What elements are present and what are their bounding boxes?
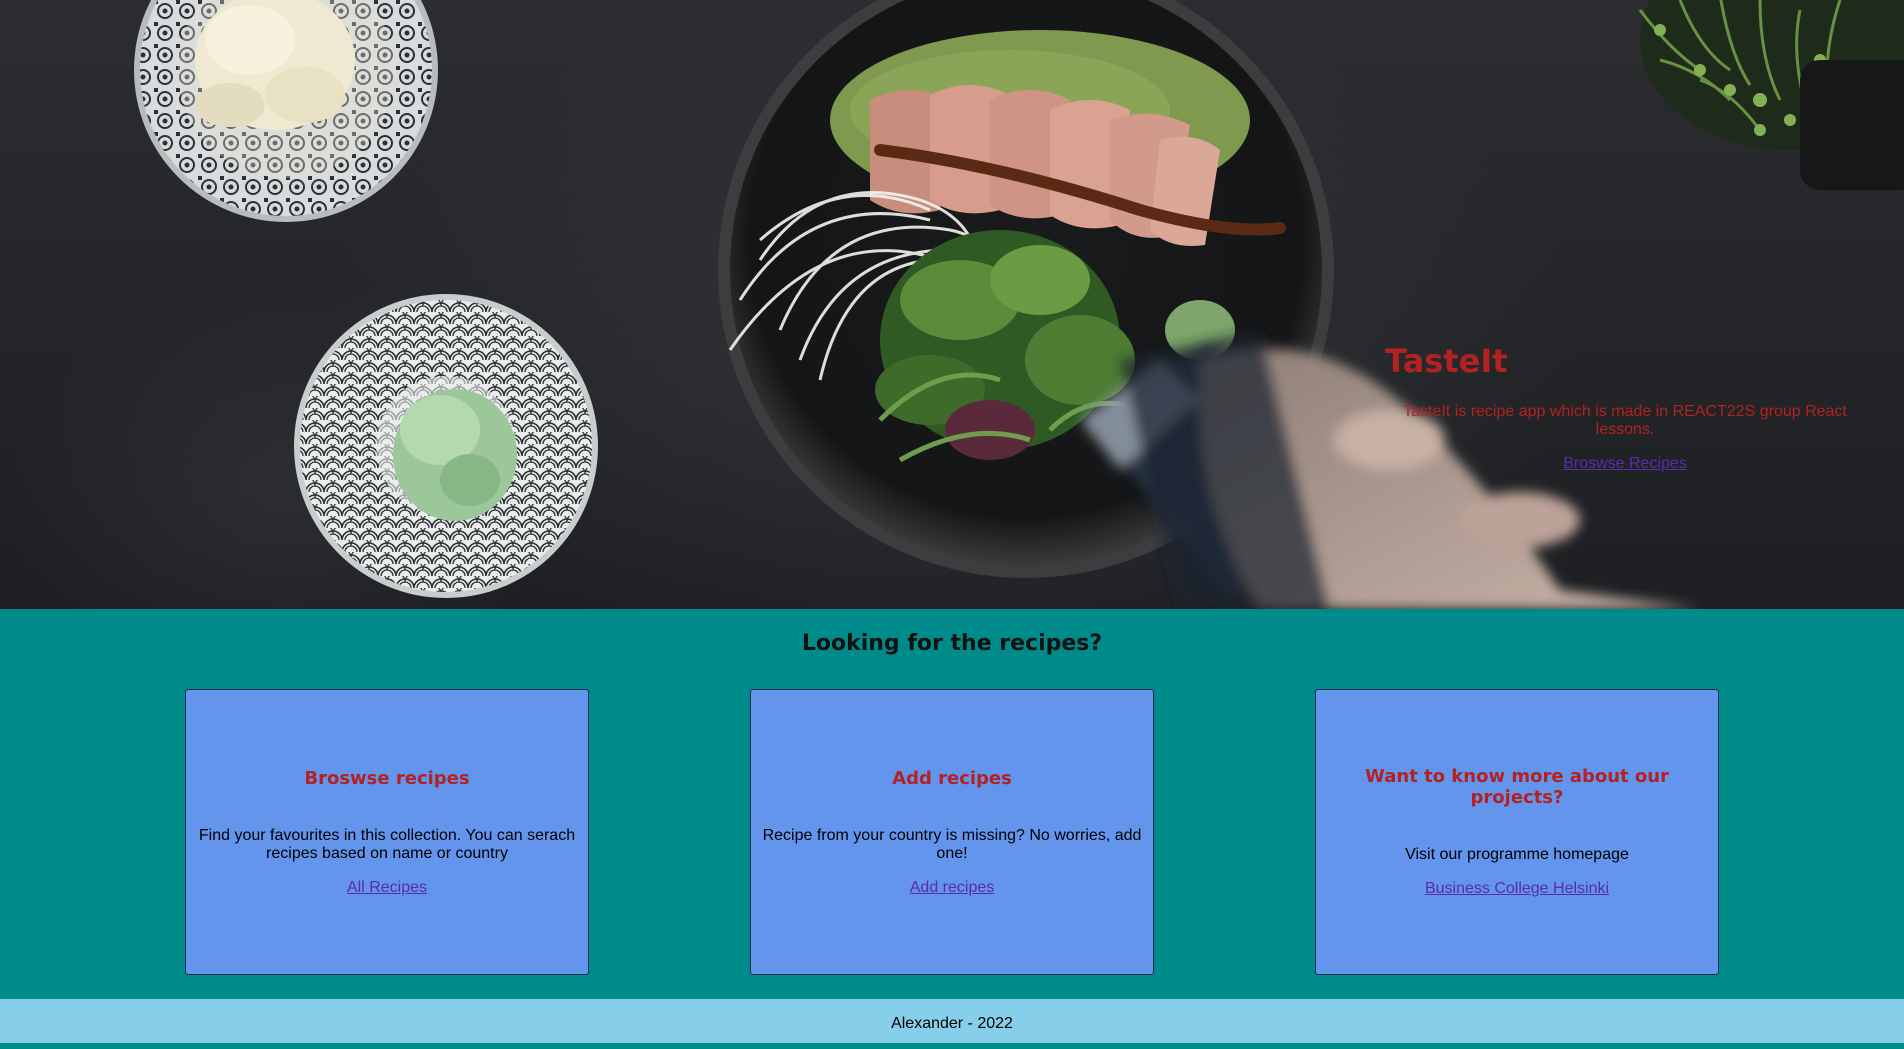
card-text: Find your favourites in this collection.… xyxy=(198,826,576,862)
recipes-section: Looking for the recipes? Broswse recipes… xyxy=(0,609,1904,999)
hero-banner: TasteIt TasteIt is recipe app which is m… xyxy=(0,0,1904,609)
hero-title: TasteIt xyxy=(1385,342,1508,380)
hero-description: TasteIt is recipe app which is made in R… xyxy=(1403,403,1847,438)
wasabi-plate-graphic xyxy=(294,294,598,598)
card-add-recipes: Add recipes Recipe from your country is … xyxy=(750,689,1154,975)
footer-text: Alexander - 2022 xyxy=(891,1015,1013,1032)
hero-food-photo xyxy=(134,0,1904,609)
all-recipes-link[interactable]: All Recipes xyxy=(347,879,427,897)
card-text: Visit our programme homepage xyxy=(1405,846,1629,863)
card-about-projects: Want to know more about our projects? Vi… xyxy=(1315,689,1719,975)
card-text: Recipe from your country is missing? No … xyxy=(762,826,1142,862)
card-title: Broswse recipes xyxy=(304,767,470,789)
card-title: Add recipes xyxy=(892,767,1012,789)
add-recipes-link[interactable]: Add recipes xyxy=(910,879,995,897)
section-title: Looking for the recipes? xyxy=(801,631,1103,656)
business-college-helsinki-link[interactable]: Business College Helsinki xyxy=(1425,880,1609,898)
microgreens-graphic xyxy=(1638,0,1904,190)
footer: Alexander - 2022 xyxy=(0,999,1904,1043)
card-browse-recipes: Broswse recipes Find your favourites in … xyxy=(185,689,589,975)
ginger-plate-graphic xyxy=(134,0,438,222)
card-title: Want to know more about our projects? xyxy=(1365,766,1669,808)
hero-browse-recipes-link[interactable]: Broswse Recipes xyxy=(1385,455,1865,473)
